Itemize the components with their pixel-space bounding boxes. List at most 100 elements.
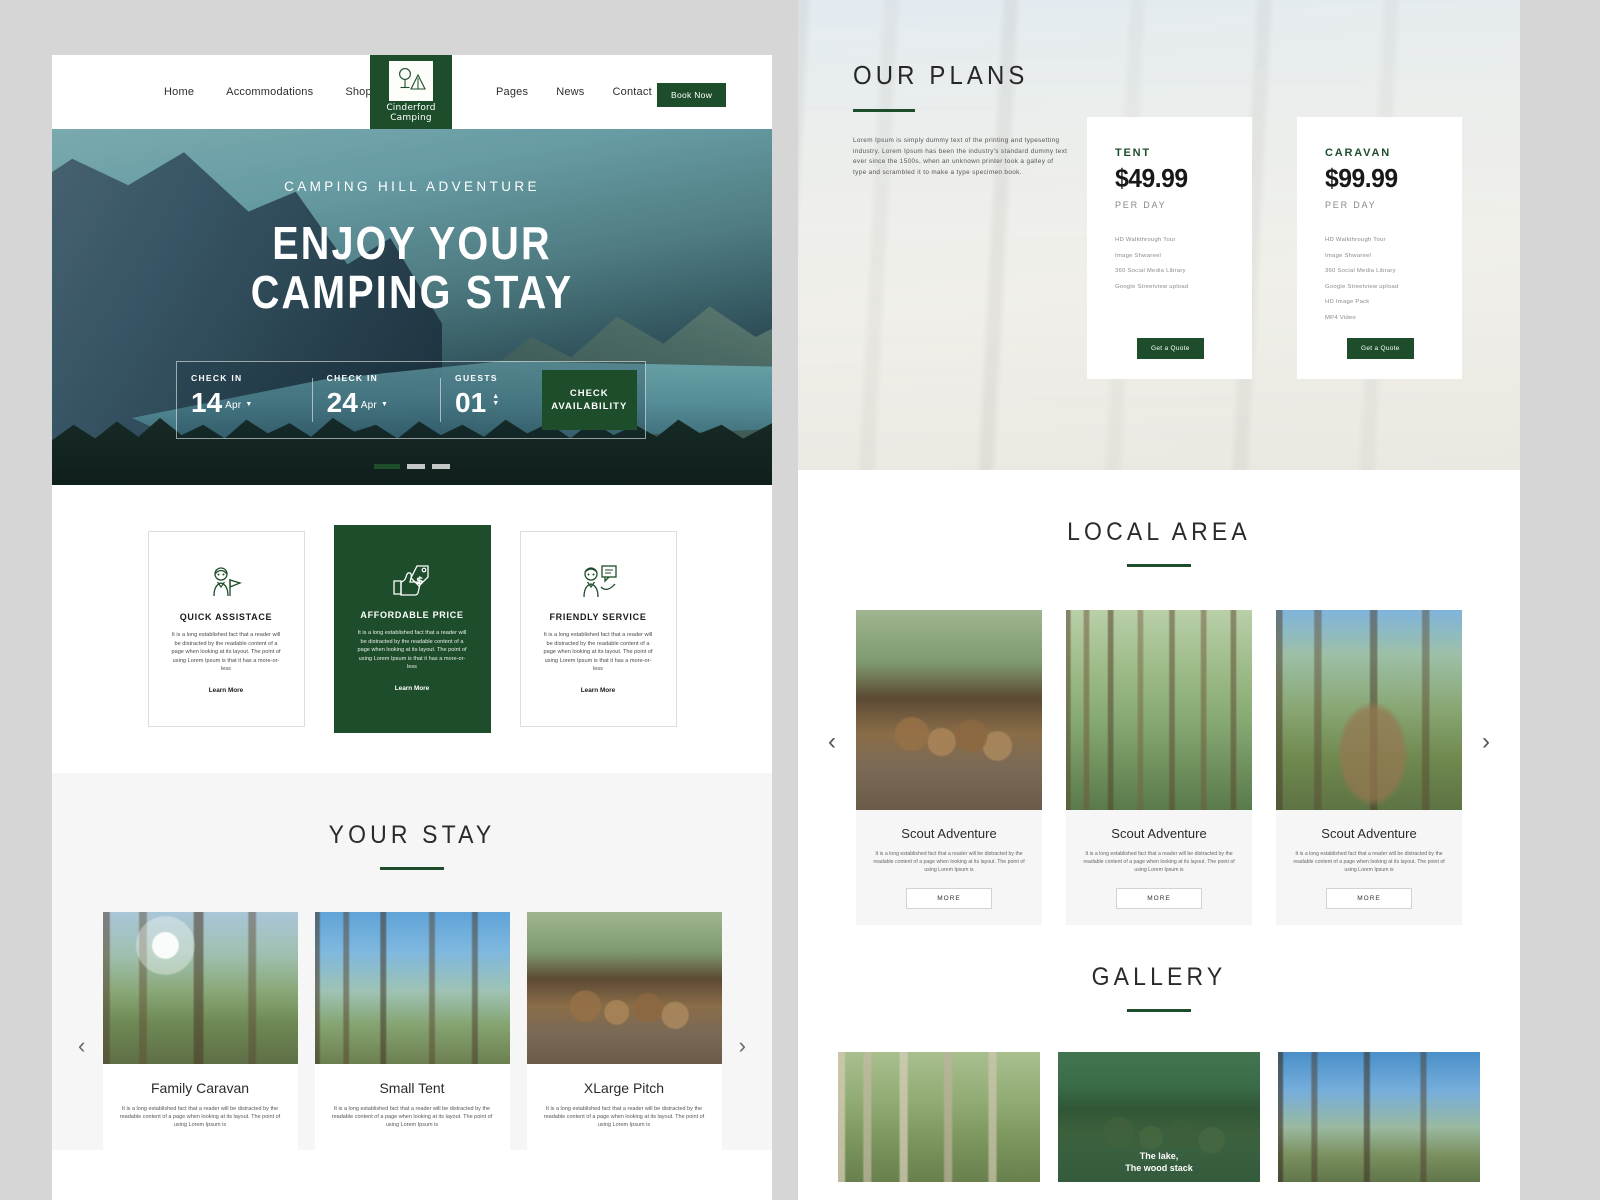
get-a-quote-button[interactable]: Get a Quote [1347, 338, 1414, 359]
checkin-value-row: 14 Apr ▼ [191, 388, 312, 421]
guests-label: GUESTS [455, 373, 498, 383]
local-area-more-button[interactable]: MORE [906, 888, 992, 909]
gallery-item[interactable] [1278, 1052, 1480, 1182]
check-availability-line2: AVAILABILITY [551, 401, 628, 412]
stay-card-photo [526, 912, 722, 1064]
local-area-carousel: Scout Adventure It is a long established… [798, 610, 1520, 927]
local-area-card-desc: It is a long established fact that a rea… [1293, 851, 1445, 873]
local-area-more-button[interactable]: MORE [1116, 888, 1202, 909]
site-logo[interactable]: Cinderford Camping [370, 55, 452, 131]
checkin-day: 14 [191, 387, 223, 418]
checkin-field[interactable]: CHECK IN 14 Apr ▼ [177, 362, 312, 438]
nav-item-contact[interactable]: Contact [613, 86, 652, 98]
guests-stepper[interactable]: ▲ ▼ [492, 393, 499, 407]
your-stay-next-arrow[interactable]: › [739, 1033, 746, 1059]
guests-value-row: 01 ▲ ▼ [455, 388, 541, 418]
person-speech-bubble-icon [577, 560, 619, 606]
local-area-card-body: Scout Adventure It is a long established… [856, 810, 1042, 927]
hero-dot-3[interactable] [432, 464, 450, 469]
stay-card-body: Family Caravan It is a long established … [103, 1064, 298, 1150]
hero-content: CAMPING HILL ADVENTURE ENJOY YOUR CAMPIN… [52, 129, 772, 485]
plan-price: $99.99 [1325, 163, 1398, 193]
plan-feature: Image Shwareel [1115, 252, 1162, 259]
feature-learn-more-link[interactable]: Learn More [395, 685, 429, 692]
chevron-down-icon[interactable]: ▼ [492, 400, 499, 407]
guests-count: 01 [455, 387, 487, 418]
local-area-card[interactable]: Scout Adventure It is a long established… [856, 610, 1042, 927]
feature-learn-more-link[interactable]: Learn More [209, 687, 243, 694]
stay-card-body: XLarge Pitch It is a long established fa… [527, 1064, 722, 1150]
stay-card-desc: It is a long established fact that a rea… [331, 1106, 493, 1129]
stay-card[interactable]: Family Caravan It is a long established … [102, 912, 298, 1150]
nav-item-accommodations[interactable]: Accommodations [226, 86, 313, 98]
local-area-more-button[interactable]: MORE [1326, 888, 1412, 909]
your-stay-carousel: Family Caravan It is a long established … [52, 912, 772, 1150]
local-area-card[interactable]: Scout Adventure It is a long established… [1066, 610, 1252, 927]
gallery-item-caption: The lake, The wood stack [1125, 1151, 1193, 1173]
book-now-button[interactable]: Book Now [657, 83, 727, 107]
left-page-panel: Home Accommodations Shop Cinderford Camp… [52, 55, 772, 1200]
plan-card-caravan[interactable]: CARAVAN $99.99 PER DAY HD Walkthrough To… [1297, 117, 1462, 379]
chevron-down-icon[interactable]: ▼ [381, 401, 388, 408]
checkout-field[interactable]: CHECK IN 24 Apr ▼ [313, 362, 441, 438]
plan-name: CARAVAN [1325, 147, 1391, 159]
stay-card[interactable]: Small Tent It is a long established fact… [314, 912, 510, 1150]
feature-desc: It is a long established fact that a rea… [543, 632, 653, 672]
hero-kicker: CAMPING HILL ADVENTURE [284, 179, 540, 194]
your-stay-section: YOUR STAY ‹ › Family Caravan It is a lon… [52, 773, 772, 1150]
plan-feature: 360 Social Media Library [1115, 268, 1186, 274]
local-area-next-arrow[interactable]: › [1482, 728, 1490, 756]
section-rule [1127, 1009, 1191, 1012]
plan-feature: HD Walkthrough Tour [1325, 237, 1386, 243]
local-area-card-name: Scout Adventure [1111, 826, 1207, 841]
nav-item-news[interactable]: News [556, 86, 584, 98]
gallery-item[interactable] [838, 1052, 1040, 1182]
gallery-item[interactable]: The lake, The wood stack [1058, 1052, 1260, 1182]
local-area-card-desc: It is a long established fact that a rea… [873, 851, 1025, 873]
checkin-label: CHECK IN [191, 373, 243, 383]
chevron-down-icon[interactable]: ▼ [245, 401, 252, 408]
plan-card-tent[interactable]: TENT $49.99 PER DAY HD Walkthrough Tour … [1087, 117, 1252, 379]
section-rule [853, 109, 915, 112]
feature-title: FRIENDLY SERVICE [549, 612, 647, 622]
local-area-title: LOCAL AREA [1067, 518, 1251, 546]
plan-name: TENT [1115, 147, 1151, 159]
section-rule [380, 867, 444, 870]
nav-item-home[interactable]: Home [164, 86, 194, 98]
local-area-prev-arrow[interactable]: ‹ [828, 728, 836, 756]
stay-card-photo [102, 912, 298, 1064]
nav-item-shop[interactable]: Shop [345, 86, 372, 98]
feature-learn-more-link[interactable]: Learn More [581, 687, 615, 694]
gallery-item-overlay: The lake, The wood stack [1058, 1052, 1260, 1182]
chevron-up-icon[interactable]: ▲ [492, 393, 499, 400]
hero-pagination [52, 464, 772, 469]
booking-widget: CHECK IN 14 Apr ▼ CHECK IN 24 Apr ▼ GUES… [176, 361, 646, 439]
stay-card-name: Family Caravan [150, 1080, 250, 1096]
guests-field[interactable]: GUESTS 01 ▲ ▼ [441, 362, 541, 438]
nav-item-pages[interactable]: Pages [496, 86, 528, 98]
stay-card-desc: It is a long established fact that a rea… [543, 1106, 705, 1129]
your-stay-prev-arrow[interactable]: ‹ [78, 1033, 85, 1059]
feature-card-quick-assistance[interactable]: QUICK ASSISTACE It is a long established… [147, 531, 305, 727]
tree-tent-icon [389, 61, 433, 101]
get-a-quote-button[interactable]: Get a Quote [1137, 338, 1204, 359]
feature-card-affordable-price[interactable]: $ AFFORDABLE PRICE It is a long establis… [333, 525, 491, 733]
checkout-month: Apr [360, 400, 377, 411]
stay-card[interactable]: XLarge Pitch It is a long established fa… [526, 912, 722, 1150]
feature-title: QUICK ASSISTACE [179, 612, 273, 622]
local-area-card[interactable]: Scout Adventure It is a long established… [1276, 610, 1462, 927]
gallery-grid: The lake, The wood stack [798, 1052, 1520, 1182]
feature-desc: It is a long established fact that a rea… [171, 632, 281, 672]
check-availability-button[interactable]: CHECK AVAILABILITY [541, 370, 638, 430]
plan-feature-list: HD Walkthrough Tour Image Shwareel 360 S… [1115, 236, 1224, 292]
scout-person-flag-icon [206, 560, 246, 606]
section-rule [1127, 564, 1191, 567]
hero-dot-1[interactable] [374, 464, 400, 469]
gallery-section: GALLERY The lake, The wood stack [798, 925, 1520, 1182]
plan-feature: Google Streetview upload [1325, 283, 1399, 290]
plan-feature-list: HD Walkthrough Tour Image Shwareel 360 S… [1325, 236, 1434, 323]
feature-card-friendly-service[interactable]: FRIENDLY SERVICE It is a long establishe… [519, 531, 677, 727]
hero-dot-2[interactable] [407, 464, 425, 469]
checkout-label: CHECK IN [326, 373, 379, 383]
plan-price: $49.99 [1115, 163, 1188, 193]
